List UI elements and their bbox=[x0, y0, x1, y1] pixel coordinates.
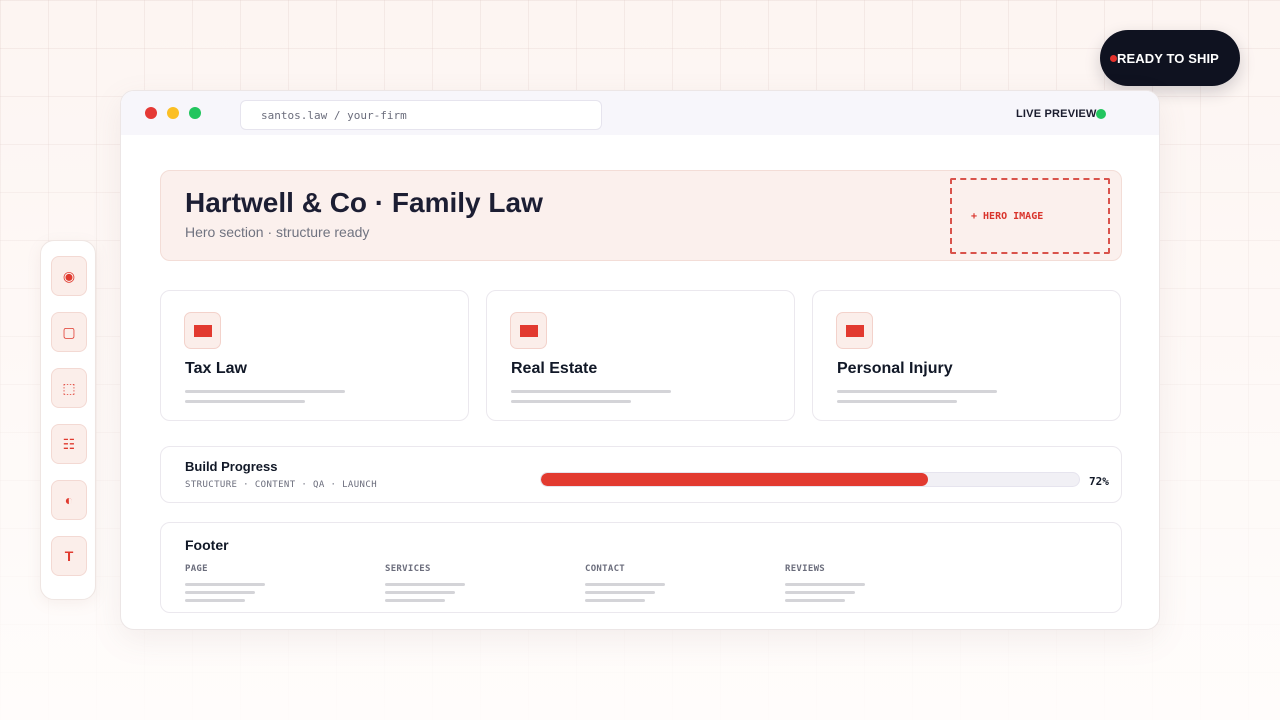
service-icon bbox=[184, 312, 221, 349]
footer-column: SERVICES bbox=[385, 564, 565, 608]
footer-column-label: REVIEWS bbox=[785, 564, 826, 574]
ready-to-ship-label: READY TO SHIP bbox=[1117, 50, 1219, 66]
hero-image-placeholder[interactable]: + HERO IMAGE bbox=[950, 178, 1110, 254]
status-dot bbox=[1110, 54, 1117, 62]
footer-column-label: SERVICES bbox=[385, 564, 431, 574]
window-titlebar: santos.law / your-firm LIVE PREVIEW bbox=[121, 91, 1159, 135]
rounded-square-icon: ▢ bbox=[62, 323, 76, 340]
placeholder-text-line bbox=[585, 583, 665, 586]
text-tool-button[interactable]: T bbox=[51, 536, 87, 576]
live-preview-label: LIVE PREVIEW bbox=[1016, 108, 1097, 120]
footer-column-label: PAGE bbox=[185, 564, 208, 574]
placeholder-text-line bbox=[837, 390, 997, 393]
progress-steps: STRUCTURE · CONTENT · QA · LAUNCH bbox=[185, 480, 378, 490]
footer-column: PAGE bbox=[185, 564, 365, 608]
contrast-icon: ◐ bbox=[64, 492, 74, 508]
placeholder-text-line bbox=[511, 400, 631, 403]
hero-subtitle: Hero section · structure ready bbox=[185, 224, 370, 240]
dashed-frame-icon: ⬚ bbox=[62, 379, 76, 396]
placeholder-text-line bbox=[785, 591, 855, 594]
placeholder-text-line bbox=[385, 591, 455, 594]
service-card-title: Tax Law bbox=[185, 360, 247, 377]
progress-bar-fill bbox=[541, 473, 929, 486]
text-icon: T bbox=[64, 548, 74, 564]
placeholder-text-line bbox=[837, 400, 957, 403]
minimize-window-dot[interactable] bbox=[167, 107, 179, 119]
placeholder-text-line bbox=[585, 591, 655, 594]
placeholder-text-line bbox=[185, 583, 265, 586]
placeholder-text-line bbox=[185, 390, 345, 393]
hero-title: Hartwell & Co · Family Law bbox=[185, 187, 543, 218]
progress-bar bbox=[540, 472, 1080, 487]
service-icon bbox=[510, 312, 547, 349]
close-window-dot[interactable] bbox=[145, 107, 157, 119]
footer-column-label: CONTACT bbox=[585, 564, 626, 574]
layout-tool-button[interactable]: ☷ bbox=[51, 424, 87, 464]
placeholder-text-line bbox=[385, 583, 465, 586]
footer-title: Footer bbox=[185, 537, 229, 553]
maximize-window-dot[interactable] bbox=[189, 107, 201, 119]
footer-column: CONTACT bbox=[585, 564, 765, 608]
placeholder-text-line bbox=[185, 400, 305, 403]
live-status-dot bbox=[1096, 109, 1106, 119]
ready-to-ship-badge[interactable]: READY TO SHIP bbox=[1100, 30, 1240, 86]
progress-title: Build Progress bbox=[185, 459, 278, 474]
placeholder-text-line bbox=[785, 583, 865, 586]
footer-section[interactable]: Footer PAGE SERVICES CONTACT REVIEWS bbox=[160, 522, 1122, 613]
grid-list-icon: ☷ bbox=[62, 435, 76, 452]
url-bar[interactable]: santos.law / your-firm bbox=[240, 100, 602, 130]
footer-column: REVIEWS bbox=[785, 564, 965, 608]
hero-section[interactable]: Hartwell & Co · Family Law Hero section … bbox=[160, 170, 1122, 261]
placeholder-text-line bbox=[511, 390, 671, 393]
service-card-real-estate[interactable]: Real Estate bbox=[486, 290, 795, 421]
service-icon bbox=[836, 312, 873, 349]
service-card-personal-injury[interactable]: Personal Injury bbox=[812, 290, 1121, 421]
service-card-tax-law[interactable]: Tax Law bbox=[160, 290, 469, 421]
placeholder-text-line bbox=[585, 599, 645, 602]
target-tool-button[interactable]: ◉ bbox=[51, 256, 87, 296]
target-icon: ◉ bbox=[62, 267, 76, 284]
placeholder-text-line bbox=[185, 591, 255, 594]
service-card-title: Personal Injury bbox=[837, 360, 953, 377]
shape-tool-button[interactable]: ▢ bbox=[51, 312, 87, 352]
side-toolbar: ◉ ▢ ⬚ ☷ ◐ T bbox=[40, 240, 96, 600]
preview-window: santos.law / your-firm LIVE PREVIEW Hart… bbox=[120, 90, 1160, 630]
placeholder-text-line bbox=[785, 599, 845, 602]
placeholder-text-line bbox=[185, 599, 245, 602]
theme-tool-button[interactable]: ◐ bbox=[51, 480, 87, 520]
placeholder-text-line bbox=[385, 599, 445, 602]
service-card-title: Real Estate bbox=[511, 360, 598, 377]
build-progress-panel: Build Progress STRUCTURE · CONTENT · QA … bbox=[160, 446, 1122, 503]
progress-percent: 72% bbox=[1089, 475, 1109, 488]
frame-tool-button[interactable]: ⬚ bbox=[51, 368, 87, 408]
